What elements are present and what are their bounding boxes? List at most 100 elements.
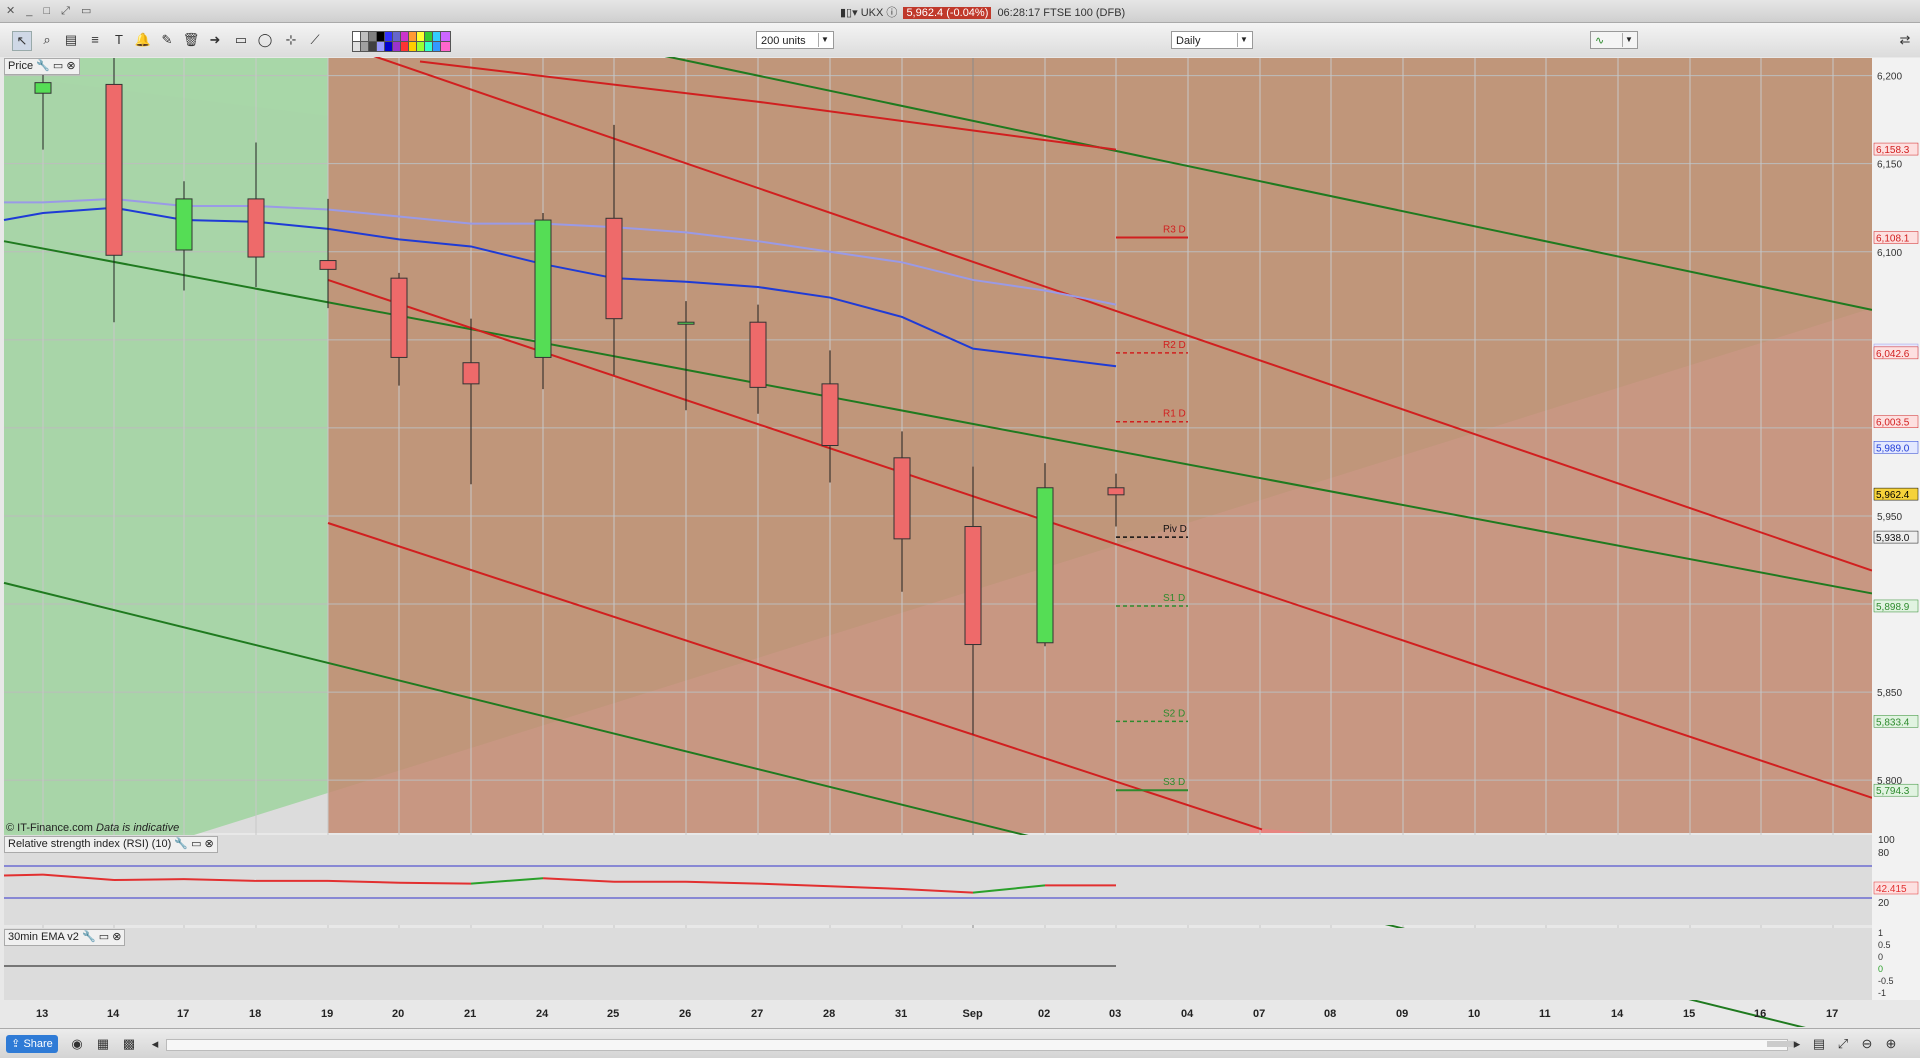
- pivot-label: R3 D: [1163, 224, 1186, 235]
- candle-body: [893, 457, 911, 540]
- price-panel-header: Price 🔧 ▭ ⊗: [4, 58, 80, 75]
- x-axis-label: Sep: [963, 1008, 983, 1020]
- window-title: ▮▯▾ UKX ⓘ 5,962.4 (-0.04%) 06:28:17 FTSE…: [840, 4, 1125, 20]
- ellipse-tool-icon[interactable]: ◯: [256, 31, 274, 49]
- title-bar: ✕ _ □ ⤢ ▭ ▮▯▾ UKX ⓘ 5,962.4 (-0.04%) 06:…: [0, 0, 1920, 23]
- table-icon[interactable]: ▦: [94, 1035, 112, 1053]
- x-axis-label: 21: [464, 1008, 476, 1020]
- instrument-info: 06:28:17 FTSE 100 (DFB): [997, 7, 1126, 19]
- price-badge-text: 5,962.4: [1876, 490, 1910, 501]
- ema-panel-background: [4, 928, 1872, 1000]
- regression-channel-fill: [328, 58, 1872, 833]
- arrow-tool-icon[interactable]: ➜: [206, 31, 224, 49]
- trendline-tool-icon[interactable]: ⟋: [306, 31, 324, 49]
- period-select[interactable]: Daily ▼: [1171, 31, 1253, 49]
- zoom-out-icon[interactable]: ⊖: [1858, 1035, 1876, 1053]
- pivot-label: S2 D: [1163, 708, 1185, 719]
- data-disclaimer: © IT-Finance.com Data is indicative: [6, 822, 179, 834]
- x-axis-label: 04: [1181, 1008, 1194, 1020]
- text-tool-icon[interactable]: T: [110, 31, 128, 49]
- close-icon[interactable]: ⊗: [205, 838, 214, 850]
- close-icon[interactable]: ⊗: [112, 931, 121, 943]
- grid-icon[interactable]: ▩: [120, 1035, 138, 1053]
- rsi-line-segment: [398, 881, 472, 885]
- x-axis-label: 07: [1253, 1008, 1265, 1020]
- price-axis-tick: 5,850: [1877, 688, 1902, 699]
- maximize-icon[interactable]: ▭: [53, 60, 63, 72]
- zoom-in-icon[interactable]: ⊕: [1882, 1035, 1900, 1053]
- pivot-label: R2 D: [1163, 340, 1186, 351]
- zoom-icon[interactable]: ⌕: [38, 31, 56, 49]
- x-axis-label: 19: [321, 1008, 333, 1020]
- x-axis-label: 27: [751, 1008, 763, 1020]
- price-badge-text: 5,833.4: [1876, 717, 1910, 728]
- trash-icon[interactable]: 🗑: [182, 31, 200, 49]
- x-axis-label: 14: [1611, 1008, 1624, 1020]
- chart-style-icon[interactable]: ▤: [62, 31, 80, 49]
- candle-body: [605, 217, 623, 320]
- window-controls[interactable]: ✕ _ □ ⤢ ▭: [6, 4, 95, 18]
- maximize-icon[interactable]: ▭: [191, 838, 201, 850]
- status-bar: ⇪ Share ◉ ▦ ▩ ◂ ▸ ▤ ⤢ ⊖ ⊕: [0, 1028, 1920, 1058]
- disclaimer-text: Data is indicative: [96, 822, 180, 834]
- wrench-icon[interactable]: 🔧: [82, 931, 96, 943]
- chart-toolbar: ↖ ⌕ ▤ ≡ T 🔔 ✎ 🗑 ➜ ▭ ◯ ⊹ ⟋ 200 units ▼ Dai…: [0, 23, 1920, 58]
- pivot-label: S1 D: [1163, 593, 1185, 604]
- x-axis-label: 20: [392, 1008, 404, 1020]
- chevron-down-icon: ▼: [1622, 33, 1635, 47]
- scroll-left-icon[interactable]: ◂: [146, 1035, 164, 1053]
- info-icon[interactable]: ⓘ: [886, 7, 900, 19]
- x-axis-label: 08: [1324, 1008, 1336, 1020]
- x-axis-label: 17: [177, 1008, 189, 1020]
- rsi-line-segment: [3, 873, 44, 877]
- x-axis-label: 15: [1683, 1008, 1695, 1020]
- rsi-line-segment: [113, 878, 185, 881]
- ema-panel-label: 30min EMA v2: [8, 931, 79, 943]
- price-badge-text: 6,003.5: [1876, 418, 1910, 429]
- candle-body: [247, 198, 265, 258]
- rectangle-tool-icon[interactable]: ▭: [232, 31, 250, 49]
- drawing-tool-icon[interactable]: ✎: [158, 31, 176, 49]
- price-badge-text: 5,898.9: [1876, 602, 1910, 613]
- maximize-icon[interactable]: ▭: [99, 931, 109, 943]
- indicator-chart-icon: ∿: [1595, 35, 1605, 47]
- scroll-right-icon[interactable]: ▸: [1788, 1035, 1806, 1053]
- horizontal-scrollbar[interactable]: [166, 1039, 1797, 1051]
- x-axis-label: 11: [1539, 1008, 1551, 1020]
- alert-bell-icon[interactable]: 🔔: [134, 31, 152, 49]
- chart-canvas[interactable]: R3 D R2 D R1 D Piv D S1 D S2 D S3 D 6,200 6,150 6…: [0, 57, 1920, 1027]
- pivot-label: R1 D: [1163, 409, 1186, 420]
- ema-panel-header: 30min EMA v2 🔧 ▭ ⊗: [4, 929, 126, 946]
- candle-body: [319, 260, 337, 270]
- zoom-fit-icon[interactable]: ⤢: [1834, 1035, 1852, 1053]
- side-panel-toggle-icon[interactable]: ⇄: [1896, 31, 1914, 49]
- ema-axis-tick: -1: [1878, 988, 1886, 998]
- snapshot-icon[interactable]: ◉: [68, 1035, 86, 1053]
- price-axis-tick: 5,950: [1877, 512, 1902, 523]
- rsi-panel-header: Relative strength index (RSI) (10) 🔧 ▭ ⊗: [4, 836, 218, 853]
- ema-axis-tick: 0: [1878, 952, 1883, 962]
- price-axis-tick: 6,100: [1877, 248, 1902, 259]
- candle-body: [677, 321, 695, 325]
- x-axis-label: 25: [607, 1008, 619, 1020]
- share-button[interactable]: ⇪ Share: [6, 1035, 58, 1053]
- chart-settings-icon[interactable]: ▤: [1810, 1035, 1828, 1053]
- units-select[interactable]: 200 units ▼: [756, 31, 834, 49]
- price-badge-text: 6,042.6: [1876, 349, 1910, 360]
- price-axis-tick: 6,200: [1877, 72, 1902, 83]
- close-icon[interactable]: ⊗: [66, 60, 75, 72]
- symbol-label: UKX: [860, 7, 884, 19]
- fibonacci-icon[interactable]: ≡: [86, 31, 104, 49]
- ema-axis-tick: 1: [1878, 928, 1883, 938]
- ema-axis-tick: 0.5: [1878, 940, 1891, 950]
- color-swatch[interactable]: [440, 41, 451, 52]
- indicator-menu-button[interactable]: ∿ ▼: [1590, 31, 1638, 49]
- crosshair-line-icon[interactable]: ⊹: [282, 31, 300, 49]
- x-axis-label: 28: [823, 1008, 835, 1020]
- copyright-text: © IT-Finance.com: [6, 822, 93, 834]
- wrench-icon[interactable]: 🔧: [174, 838, 188, 850]
- x-axis-label: 24: [536, 1008, 549, 1020]
- wrench-icon[interactable]: 🔧: [36, 60, 50, 72]
- x-axis-label: 31: [895, 1008, 907, 1020]
- pointer-icon[interactable]: ↖: [12, 31, 32, 51]
